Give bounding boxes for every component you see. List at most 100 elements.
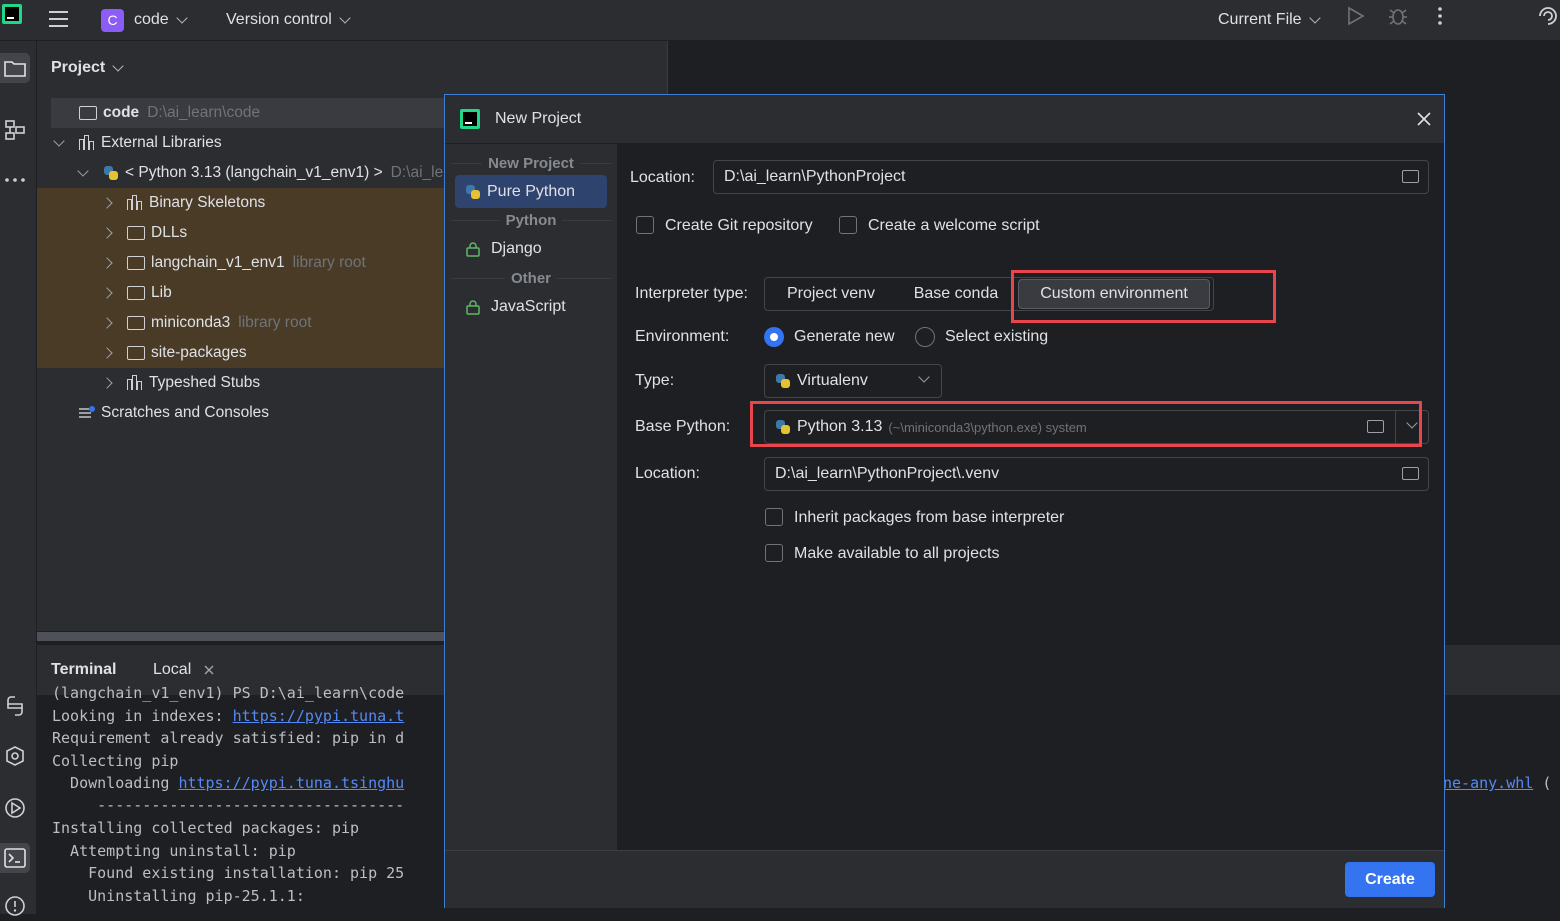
- tree-row-code[interactable]: code D:\ai_learn\code: [79, 98, 260, 128]
- side-item-pure-python[interactable]: Pure Python: [455, 175, 607, 208]
- make-available-checkbox[interactable]: [765, 544, 783, 562]
- base-python-label: Base Python:: [635, 418, 731, 435]
- create-button[interactable]: Create: [1345, 862, 1435, 897]
- side-item-label: JavaScript: [491, 297, 566, 315]
- terminal-text: (: [1542, 774, 1552, 792]
- browse-folder-icon[interactable]: [1402, 170, 1419, 183]
- tree-label: langchain_v1_env1: [151, 254, 285, 271]
- highlight-box-base-python: [750, 401, 1422, 447]
- tree-row-langchain-env[interactable]: langchain_v1_env1 library root: [101, 248, 366, 278]
- inherit-packages-checkbox[interactable]: [765, 508, 783, 526]
- more-tools-icon[interactable]: [0, 165, 30, 195]
- lock-icon: [466, 299, 480, 315]
- run-config-selector[interactable]: Current File: [1218, 0, 1321, 40]
- ai-assistant-icon[interactable]: [1536, 4, 1560, 28]
- terminal-line: Uninstalling pip-25.1.1:: [52, 887, 305, 905]
- tree-label: miniconda3: [151, 314, 231, 331]
- dialog-title-bar: New Project: [445, 95, 1444, 144]
- browse-folder-icon[interactable]: [1402, 467, 1419, 480]
- chevron-down-icon: [112, 59, 124, 72]
- tree-hint: D:\ai_learn\code: [147, 104, 261, 121]
- pycharm-logo-icon[interactable]: [2, 4, 22, 24]
- structure-icon[interactable]: [0, 115, 30, 145]
- project-switcher[interactable]: C code: [101, 0, 188, 40]
- tree-row-binary-skeletons[interactable]: Binary Skeletons: [101, 188, 265, 218]
- seg-base-conda[interactable]: Base conda: [897, 278, 1015, 310]
- chevron-right-icon: [101, 377, 113, 389]
- terminal-line: Found existing installation: pip 25: [52, 864, 405, 882]
- project-type-sidebar: New Project Pure Python Python Django Ot…: [445, 144, 618, 850]
- terminal-line: Installing collected packages: pip: [52, 819, 360, 837]
- tree-row-python-sdk[interactable]: < Python 3.13 (langchain_v1_env1) > D:\a…: [77, 158, 443, 188]
- run-icon[interactable]: [1346, 6, 1366, 26]
- version-control-menu[interactable]: Version control: [226, 0, 351, 40]
- python-packages-icon[interactable]: [0, 691, 30, 721]
- download-url-link[interactable]: https://pypi.tuna.tsinghu: [178, 774, 404, 792]
- terminal-line: ne-any.whl (: [1443, 774, 1551, 792]
- whl-url-link[interactable]: ne-any.whl: [1443, 774, 1533, 792]
- tree-row-dlls[interactable]: DLLs: [101, 218, 187, 248]
- chevron-right-icon: [101, 257, 113, 269]
- tree-row-site-packages[interactable]: site-packages: [101, 338, 247, 368]
- terminal-line: Requirement already satisfied: pip in d: [52, 729, 405, 747]
- virtualenv-icon: [775, 373, 791, 389]
- terminal-icon[interactable]: [0, 843, 30, 873]
- scratches-icon: [79, 406, 95, 420]
- close-tab-icon[interactable]: [203, 663, 215, 680]
- type-dropdown[interactable]: Virtualenv: [764, 364, 942, 398]
- index-url-link[interactable]: https://pypi.tuna.t: [233, 707, 405, 725]
- tree-label: Scratches and Consoles: [101, 404, 270, 421]
- folder-icon: [127, 226, 145, 240]
- make-available-label: Make available to all projects: [794, 545, 1000, 562]
- more-actions-icon[interactable]: [1434, 6, 1446, 28]
- create-welcome-checkbox[interactable]: [839, 216, 857, 234]
- project-view-selector[interactable]: Project: [51, 53, 124, 83]
- create-git-checkbox[interactable]: [636, 216, 654, 234]
- project-folder-icon[interactable]: [0, 53, 30, 83]
- interpreter-type-label: Interpreter type:: [635, 285, 748, 302]
- chevron-down-icon: [1308, 11, 1321, 24]
- tree-label: code: [103, 104, 140, 121]
- chevron-right-icon: [101, 197, 113, 209]
- side-item-javascript[interactable]: JavaScript: [455, 290, 607, 323]
- tree-row-typeshed-stubs[interactable]: Typeshed Stubs: [101, 368, 260, 398]
- type-label: Type:: [635, 372, 675, 389]
- folder-icon: [127, 286, 145, 300]
- location-field[interactable]: D:\ai_learn\PythonProject: [713, 160, 1429, 194]
- venv-location-value: D:\ai_learn\PythonProject\.venv: [775, 465, 1000, 482]
- seg-project-venv[interactable]: Project venv: [765, 278, 897, 310]
- type-value: Virtualenv: [797, 372, 868, 389]
- project-panel-title: Project: [51, 59, 106, 76]
- tool-window-stripe: [0, 41, 37, 916]
- tree-row-external-libraries[interactable]: External Libraries: [53, 128, 222, 158]
- run-tool-icon[interactable]: [0, 793, 30, 823]
- radio-generate-new[interactable]: [764, 327, 784, 347]
- project-name: code: [134, 11, 169, 28]
- venv-location-field[interactable]: D:\ai_learn\PythonProject\.venv: [764, 457, 1429, 491]
- tree-label: site-packages: [151, 344, 247, 361]
- tree-hint: library root: [292, 254, 366, 271]
- tree-row-scratches[interactable]: Scratches and Consoles: [79, 398, 269, 428]
- terminal-tab-local[interactable]: Local: [153, 661, 191, 679]
- tree-row-lib[interactable]: Lib: [101, 278, 172, 308]
- problems-icon[interactable]: [0, 891, 30, 921]
- chevron-right-icon: [101, 227, 113, 239]
- terminal-line: (langchain_v1_env1) PS D:\ai_learn\code: [52, 684, 405, 702]
- terminal-line: Collecting pip: [52, 752, 179, 770]
- debug-icon[interactable]: [1387, 5, 1409, 27]
- folder-icon: [127, 316, 145, 330]
- tree-row-miniconda3[interactable]: miniconda3 library root: [101, 308, 312, 338]
- radio-select-existing[interactable]: [915, 327, 935, 347]
- main-menu-icon[interactable]: [48, 8, 70, 30]
- close-dialog-icon[interactable]: [1417, 112, 1431, 130]
- library-icon: [79, 135, 95, 150]
- top-toolbar: C code Version control Current File: [0, 0, 1560, 41]
- dialog-title: New Project: [495, 110, 582, 127]
- dialog-footer: Create: [445, 850, 1444, 908]
- services-icon[interactable]: [0, 741, 30, 771]
- create-welcome-label: Create a welcome script: [868, 217, 1040, 234]
- terminal-title: Terminal: [51, 661, 117, 678]
- group-new-project: New Project: [445, 152, 617, 174]
- library-icon: [127, 195, 143, 210]
- side-item-django[interactable]: Django: [455, 232, 607, 265]
